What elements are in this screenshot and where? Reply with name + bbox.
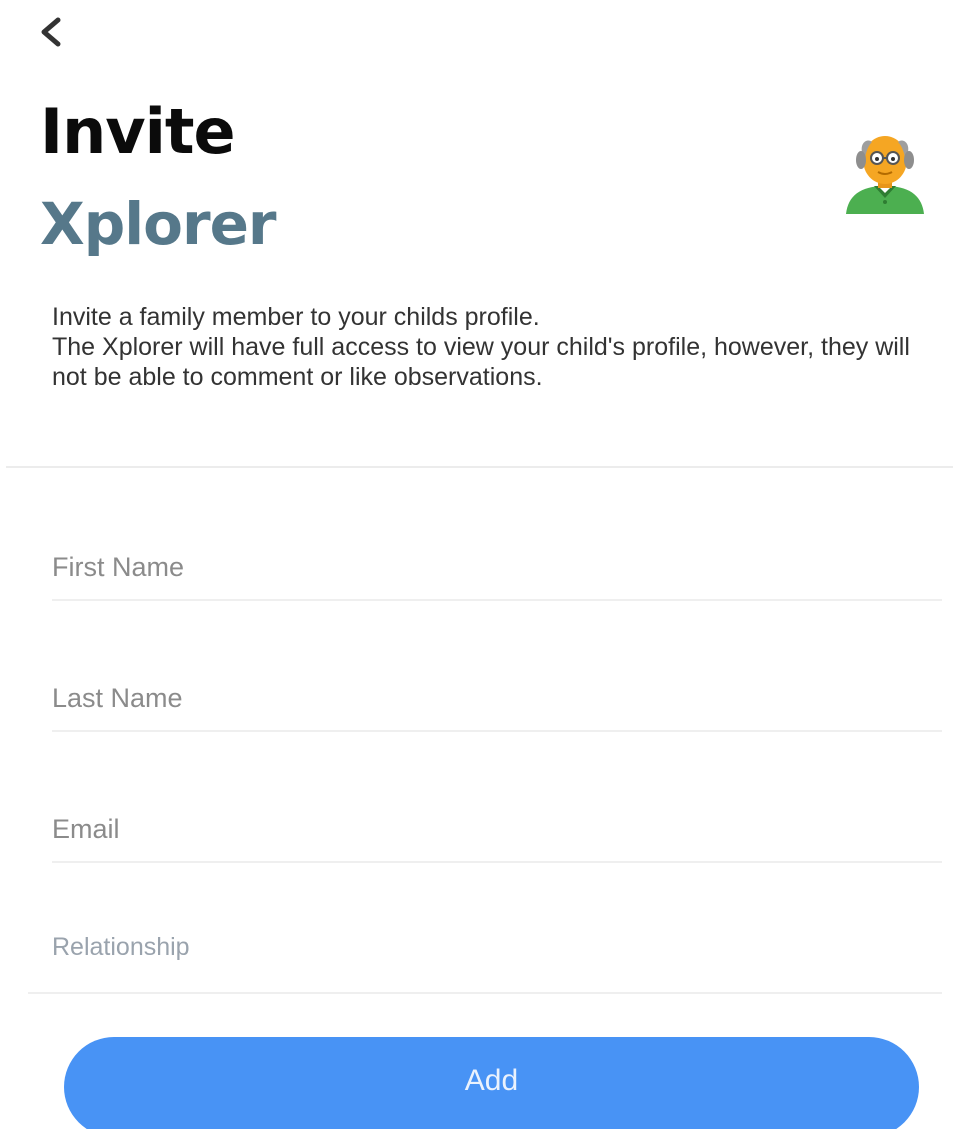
section-divider <box>6 466 953 468</box>
first-name-input[interactable] <box>52 547 942 587</box>
last-name-input[interactable] <box>52 678 942 718</box>
relationship-input[interactable] <box>52 926 942 966</box>
chevron-left-icon <box>41 17 61 47</box>
page-title: Invite <box>40 95 236 168</box>
description-line-2: The Xplorer will have full access to vie… <box>52 333 910 391</box>
invite-xplorer-screen: Invite Xplorer Invite a family member to… <box>0 0 953 1129</box>
add-button[interactable]: Add <box>64 1037 919 1129</box>
last-name-field[interactable] <box>52 678 942 718</box>
description-line-1: Invite a family member to your childs pr… <box>52 303 540 331</box>
avatar <box>838 126 932 220</box>
invite-description: Invite a family member to your childs pr… <box>52 302 912 392</box>
first-name-underline <box>52 599 942 601</box>
first-name-field[interactable] <box>52 547 942 587</box>
grandfather-avatar-icon <box>846 136 924 214</box>
last-name-underline <box>52 730 942 732</box>
back-button[interactable] <box>34 10 74 54</box>
page-subtitle: Xplorer <box>40 190 277 258</box>
relationship-field[interactable] <box>52 926 942 966</box>
email-field[interactable] <box>52 809 942 849</box>
email-underline <box>52 861 942 863</box>
relationship-underline <box>28 992 942 994</box>
email-input[interactable] <box>52 809 942 849</box>
